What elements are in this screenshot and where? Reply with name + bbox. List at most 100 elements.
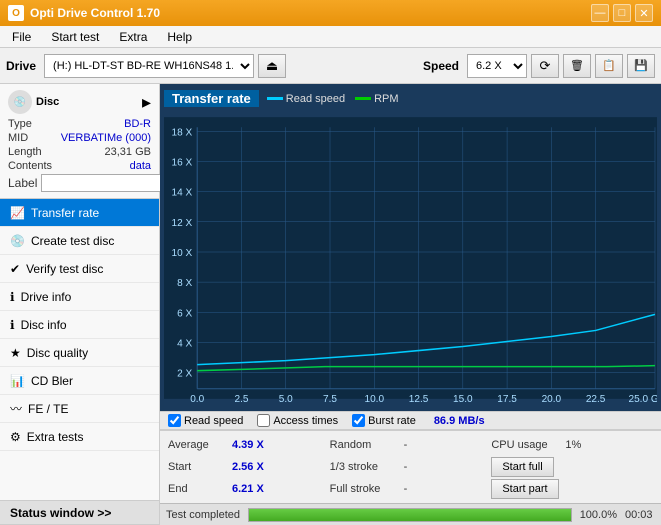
svg-text:17.5: 17.5	[497, 394, 517, 405]
menu-extra[interactable]: Extra	[111, 28, 155, 46]
chart-title: Transfer rate	[164, 90, 259, 107]
stats-average-col: Average 4.39 X	[168, 439, 330, 451]
status-window-button[interactable]: Status window >>	[0, 501, 159, 525]
random-label: Random	[330, 439, 400, 451]
svg-text:2 X: 2 X	[177, 369, 192, 380]
nav-cd-bler-label: CD Bler	[31, 374, 73, 388]
nav-transfer-rate[interactable]: 📈 Transfer rate	[0, 199, 159, 227]
nav-disc-quality-label: Disc quality	[27, 346, 88, 360]
stroke13-label: 1/3 stroke	[330, 461, 400, 473]
checkbox-access-times-label: Access times	[273, 415, 338, 427]
app-icon: O	[8, 5, 24, 21]
maximize-button[interactable]: □	[613, 4, 631, 22]
cpu-label: CPU usage	[491, 439, 561, 451]
checkbox-read-speed[interactable]: Read speed	[168, 414, 243, 427]
close-button[interactable]: ✕	[635, 4, 653, 22]
stats-row-start: Start 2.56 X 1/3 stroke - Start full	[168, 456, 653, 478]
disc-type-row: Type BD-R	[8, 118, 151, 130]
svg-text:12 X: 12 X	[171, 218, 192, 229]
stats-row-end: End 6.21 X Full stroke - Start part	[168, 478, 653, 500]
nav-transfer-rate-label: Transfer rate	[31, 206, 99, 220]
refresh-button[interactable]: ⟳	[531, 54, 559, 78]
disc-label-input[interactable]	[41, 174, 179, 192]
stats-cpu-col: CPU usage 1%	[491, 439, 653, 451]
extra-tests-icon: ⚙	[10, 430, 21, 444]
drive-select[interactable]: (H:) HL-DT-ST BD-RE WH16NS48 1.D3	[44, 54, 254, 78]
disc-mid-label: MID	[8, 132, 28, 144]
eject-button[interactable]: ⏏	[258, 54, 286, 78]
svg-text:16 X: 16 X	[171, 157, 192, 168]
create-disc-icon: 💿	[10, 234, 25, 248]
menu-file[interactable]: File	[4, 28, 39, 46]
average-label: Average	[168, 439, 228, 451]
disc-contents-label: Contents	[8, 160, 52, 172]
app-title: Opti Drive Control 1.70	[30, 6, 160, 20]
stats-full-stroke-col: Full stroke -	[330, 483, 492, 495]
menu-start-test[interactable]: Start test	[43, 28, 107, 46]
speed-select[interactable]: 6.2 X	[467, 54, 527, 78]
stats-row-average: Average 4.39 X Random - CPU usage 1%	[168, 434, 653, 456]
nav-fe-te-label: FE / TE	[28, 402, 68, 416]
disc-label-row: Label 🔍	[8, 174, 151, 192]
checkbox-access-times[interactable]: Access times	[257, 414, 338, 427]
random-value: -	[404, 439, 424, 451]
nav-disc-quality[interactable]: ★ Disc quality	[0, 339, 159, 367]
progress-bar	[248, 508, 572, 522]
svg-text:2.5: 2.5	[234, 394, 248, 405]
stats-start-part-col: Start part	[491, 479, 653, 499]
svg-text:14 X: 14 X	[171, 188, 192, 199]
start-part-button[interactable]: Start part	[491, 479, 558, 499]
disc-expand-icon[interactable]: ▸	[142, 92, 151, 113]
menu-bar: File Start test Extra Help	[0, 26, 661, 48]
legend-read-speed-color	[267, 97, 283, 100]
chart-title-bar: Transfer rate Read speed RPM	[164, 90, 657, 107]
disc-mid-row: MID VERBATIMe (000)	[8, 132, 151, 144]
progress-bar-fill	[249, 509, 571, 521]
stats-panel: Average 4.39 X Random - CPU usage 1% Sta…	[160, 430, 661, 503]
stats-start-col: Start 2.56 X	[168, 461, 330, 473]
nav-cd-bler[interactable]: 📊 CD Bler	[0, 367, 159, 395]
title-bar: O Opti Drive Control 1.70 — □ ✕	[0, 0, 661, 26]
chart-legend: Read speed RPM	[267, 93, 399, 105]
checkbox-access-times-input[interactable]	[257, 414, 270, 427]
disc-info-icon: ℹ	[10, 318, 15, 332]
nav-verify-test-disc-label: Verify test disc	[26, 262, 103, 276]
nav-fe-te[interactable]: 〰 FE / TE	[0, 395, 159, 423]
nav-verify-test-disc[interactable]: ✔ Verify test disc	[0, 255, 159, 283]
full-stroke-value: -	[404, 483, 424, 495]
stats-stroke13-col: 1/3 stroke -	[330, 461, 492, 473]
erase-button[interactable]: 🗑	[563, 54, 591, 78]
chart-svg-wrap: 18 X 16 X 14 X 12 X 10 X 8 X 6 X 4 X 2 X	[164, 109, 657, 407]
checkbox-read-speed-input[interactable]	[168, 414, 181, 427]
checkbox-row: Read speed Access times Burst rate 86.9 …	[160, 411, 661, 430]
stats-end-col: End 6.21 X	[168, 483, 330, 495]
end-value: 6.21 X	[232, 483, 272, 495]
fe-te-icon: 〰	[10, 400, 22, 417]
minimize-button[interactable]: —	[591, 4, 609, 22]
svg-text:20.0: 20.0	[542, 394, 562, 405]
nav-create-test-disc[interactable]: 💿 Create test disc	[0, 227, 159, 255]
disc-panel: 💿 Disc ▸ Type BD-R MID VERBATIMe (000) L…	[0, 84, 159, 199]
save-button[interactable]: 💾	[627, 54, 655, 78]
svg-text:10 X: 10 X	[171, 248, 192, 259]
full-stroke-label: Full stroke	[330, 483, 400, 495]
stats-random-col: Random -	[330, 439, 492, 451]
disc-mid-value: VERBATIMe (000)	[61, 132, 151, 144]
svg-text:25.0 GB: 25.0 GB	[629, 394, 657, 405]
menu-help[interactable]: Help	[159, 28, 200, 46]
start-full-button[interactable]: Start full	[491, 457, 553, 477]
checkbox-burst-rate[interactable]: Burst rate	[352, 414, 416, 427]
checkbox-burst-rate-label: Burst rate	[368, 415, 416, 427]
nav-drive-info[interactable]: ℹ Drive info	[0, 283, 159, 311]
disc-type-value: BD-R	[124, 118, 151, 130]
sidebar: 💿 Disc ▸ Type BD-R MID VERBATIMe (000) L…	[0, 84, 160, 525]
svg-text:0.0: 0.0	[190, 394, 204, 405]
stroke13-value: -	[404, 461, 424, 473]
svg-text:22.5: 22.5	[586, 394, 606, 405]
copy-button[interactable]: 📋	[595, 54, 623, 78]
nav-disc-info[interactable]: ℹ Disc info	[0, 311, 159, 339]
nav-extra-tests[interactable]: ⚙ Extra tests	[0, 423, 159, 451]
main-layout: 💿 Disc ▸ Type BD-R MID VERBATIMe (000) L…	[0, 84, 661, 525]
sidebar-status: Status window >>	[0, 500, 159, 525]
checkbox-burst-rate-input[interactable]	[352, 414, 365, 427]
